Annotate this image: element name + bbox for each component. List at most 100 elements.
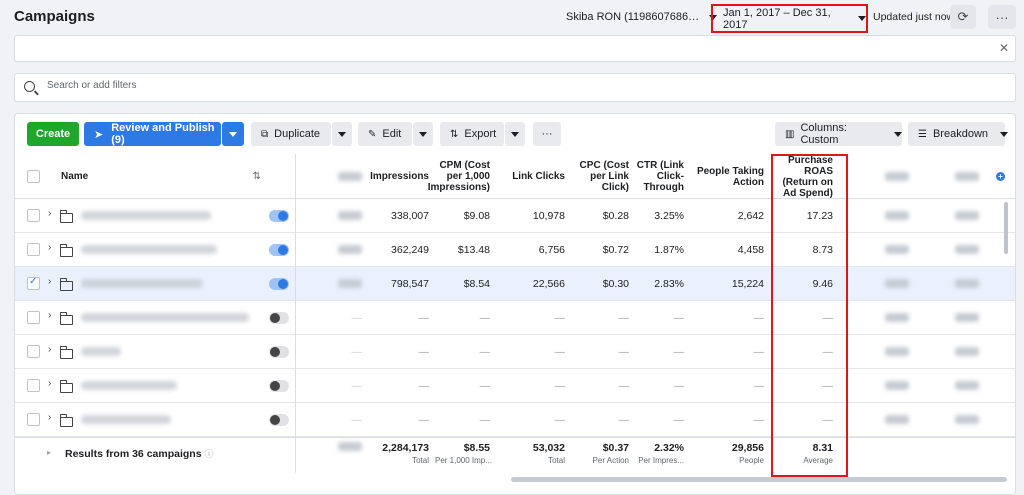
filter-bar: ✕ xyxy=(14,35,1016,62)
chevron-right-icon[interactable]: › xyxy=(48,310,51,321)
column-header-ctr[interactable]: CTR (Link Click-Through xyxy=(635,154,690,199)
row-checkbox[interactable] xyxy=(27,209,40,222)
summary-value: 2.32% xyxy=(654,442,684,454)
column-header-people[interactable]: People Taking Action xyxy=(690,154,770,199)
table-row[interactable]: › 362,249 $13.48 6,756 $0.72 1.87% 4,458 8.73 xyxy=(15,233,1015,267)
edit-button[interactable]: ✎ Edit xyxy=(358,122,412,146)
cell-cpc: $0.72 xyxy=(602,243,629,256)
horizontal-scrollbar[interactable] xyxy=(511,477,1007,482)
blurred-cell xyxy=(839,369,915,402)
delivery-toggle[interactable] xyxy=(269,380,289,392)
info-icon[interactable]: ⓘ xyxy=(204,449,213,459)
row-checkbox[interactable] xyxy=(27,345,40,358)
table-row[interactable]: › — — — — — — — — xyxy=(15,301,1015,335)
table-row[interactable]: ›798,547$8.5422,566$0.302.83%15,2249.46 xyxy=(15,267,1015,301)
add-column-icon[interactable]: + xyxy=(996,172,1005,181)
blurred-value xyxy=(885,279,909,288)
updated-status: Updated just now xyxy=(873,11,955,23)
toggle-knob xyxy=(278,245,288,255)
campaign-name-redacted[interactable] xyxy=(81,279,203,288)
row-checkbox[interactable] xyxy=(27,413,40,426)
cell-ctr: — xyxy=(673,345,685,358)
campaign-name-redacted[interactable] xyxy=(81,381,177,390)
close-icon[interactable]: ✕ xyxy=(999,41,1009,55)
more-actions-button[interactable]: ··· xyxy=(533,122,561,146)
blurred-value xyxy=(955,245,979,254)
blurred-value xyxy=(885,245,909,254)
duplicate-button[interactable]: ⧉ Duplicate xyxy=(251,122,331,146)
column-header-name[interactable]: Name xyxy=(61,154,121,199)
export-dropdown[interactable] xyxy=(505,122,525,146)
cell-people: 4,458 xyxy=(737,243,764,256)
campaigns-table-panel: Create ➤ Review and Publish (9) ⧉ Duplic… xyxy=(14,113,1016,495)
summary-sub: Total xyxy=(548,456,565,465)
columns-button[interactable]: ▥ Columns: Custom xyxy=(775,122,902,146)
cell-cpm: $9.08 xyxy=(463,209,490,222)
table-row[interactable]: › — — — — — — — — xyxy=(15,335,1015,369)
row-checkbox[interactable] xyxy=(27,311,40,324)
column-header-link-clicks[interactable]: Link Clicks xyxy=(496,154,571,199)
edit-dropdown[interactable] xyxy=(413,122,433,146)
table-row[interactable]: › — — — — — — — — xyxy=(15,403,1015,437)
cell-cpc: — xyxy=(618,345,630,358)
breakdown-button[interactable]: ☰ Breakdown xyxy=(908,122,1009,146)
search-input[interactable] xyxy=(47,80,447,91)
chevron-right-icon[interactable]: › xyxy=(48,208,51,219)
campaign-name-redacted[interactable] xyxy=(81,245,217,254)
row-checkbox[interactable] xyxy=(27,379,40,392)
export-button[interactable]: ⇅ Export xyxy=(440,122,504,146)
table-header: Name ⇅ Impressions CPM (Cost per 1,000 I… xyxy=(15,154,1015,199)
duplicate-dropdown[interactable] xyxy=(332,122,352,146)
chevron-right-icon[interactable]: › xyxy=(48,412,51,423)
delivery-toggle[interactable] xyxy=(269,278,289,290)
vertical-scrollbar[interactable] xyxy=(1004,202,1008,254)
campaign-name-redacted[interactable] xyxy=(81,211,211,220)
cell-impressions: 798,547 xyxy=(391,277,429,290)
chevron-right-icon[interactable]: › xyxy=(48,242,51,253)
toggle-knob xyxy=(270,415,280,425)
toggle-knob xyxy=(270,381,280,391)
campaign-name-redacted[interactable] xyxy=(81,313,249,322)
chevron-right-icon[interactable]: › xyxy=(48,344,51,355)
chevron-right-icon[interactable]: › xyxy=(48,378,51,389)
review-publish-button[interactable]: ➤ Review and Publish (9) xyxy=(84,122,221,146)
delivery-toggle[interactable] xyxy=(269,244,289,256)
account-name: Skiba RON (1198607686… xyxy=(566,11,700,23)
frozen-column-divider xyxy=(295,154,296,473)
folder-icon xyxy=(59,380,73,393)
create-button[interactable]: Create xyxy=(27,122,79,146)
summary-value: $8.55 xyxy=(463,442,490,454)
column-header-cpm[interactable]: CPM (Cost per 1,000 Impressions) xyxy=(428,154,496,199)
row-checkbox[interactable] xyxy=(27,243,40,256)
row-checkbox[interactable] xyxy=(27,276,40,290)
refresh-button[interactable]: ⟳ xyxy=(950,5,976,29)
chevron-right-icon[interactable]: ▸ xyxy=(47,448,51,457)
more-options-button[interactable]: ··· xyxy=(988,5,1016,29)
blurred-value xyxy=(885,313,909,322)
table-row[interactable]: › — — — — — — — — xyxy=(15,369,1015,403)
sort-icon[interactable]: ⇅ xyxy=(247,154,267,199)
delivery-toggle[interactable] xyxy=(269,210,289,222)
review-publish-label: Review and Publish (9) xyxy=(111,122,215,146)
summary-sub: Per Impres... xyxy=(638,456,684,465)
delivery-toggle[interactable] xyxy=(269,414,289,426)
breakdown-icon: ☰ xyxy=(918,128,927,140)
campaign-name-redacted[interactable] xyxy=(81,347,121,356)
date-range-picker[interactable]: Jan 1, 2017 – Dec 31, 2017 xyxy=(711,4,868,33)
cell-impressions: — xyxy=(418,311,430,324)
chevron-right-icon[interactable]: › xyxy=(48,276,51,287)
select-all-checkbox[interactable] xyxy=(27,170,40,183)
delivery-toggle[interactable] xyxy=(269,312,289,324)
column-header-cpc[interactable]: CPC (Cost per Link Click) xyxy=(571,154,635,199)
folder-icon xyxy=(59,312,73,325)
summary-sub: Per 1,000 Imp... xyxy=(435,456,492,465)
table-row[interactable]: › 338,007 $9.08 10,978 $0.28 3.25% 2,642 17.23 xyxy=(15,199,1015,233)
column-header-impressions[interactable]: Impressions xyxy=(368,154,435,199)
delivery-toggle[interactable] xyxy=(269,346,289,358)
summary-value: 29,856 xyxy=(731,442,764,454)
review-publish-dropdown[interactable] xyxy=(222,122,244,146)
campaign-name-redacted[interactable] xyxy=(81,415,171,424)
summary-link-clicks: 53,032 Total xyxy=(496,442,571,465)
account-selector[interactable]: Skiba RON (1198607686… xyxy=(566,11,718,23)
summary-people: 29,856 People xyxy=(690,442,770,465)
